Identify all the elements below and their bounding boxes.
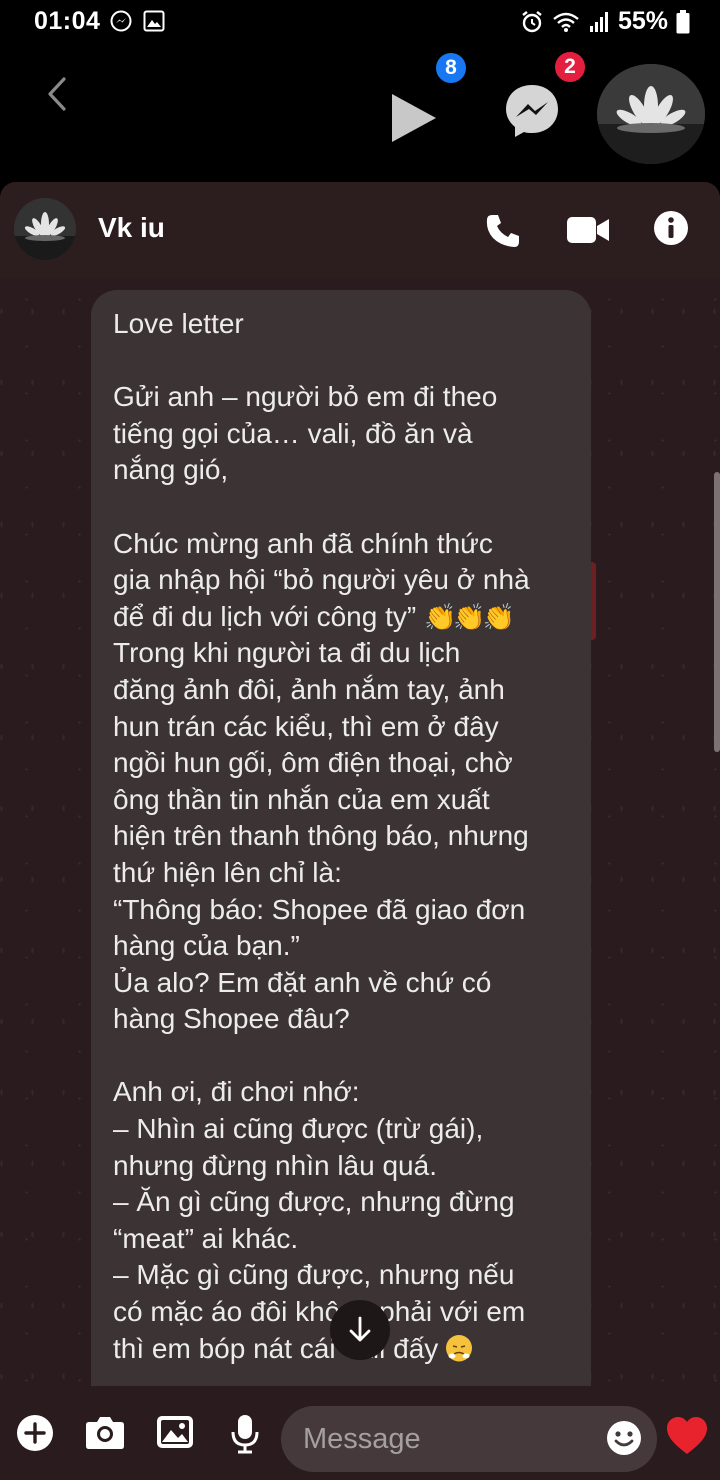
info-icon[interactable] xyxy=(653,210,689,246)
video-icon[interactable] xyxy=(566,212,610,248)
message-title: Love letter xyxy=(113,308,244,339)
scroll-to-bottom-button[interactable] xyxy=(330,1300,390,1360)
chevron-left-icon[interactable] xyxy=(44,76,70,112)
message-paragraph-2-line-2: gia nhập hội “bỏ người yêu ở nhà xyxy=(113,564,530,596)
arrow-down-icon xyxy=(349,1316,371,1342)
play-icon[interactable] xyxy=(384,90,440,146)
message-paragraph-2-rest: Trong khi người ta đi du lịch đăng ảnh đ… xyxy=(113,637,529,1035)
status-right: 55% xyxy=(520,7,690,36)
contact-avatar[interactable] xyxy=(14,198,76,260)
alarm-icon xyxy=(522,10,542,32)
battery-percent: 55% xyxy=(617,7,668,35)
chat-heads-row: 8 2 xyxy=(0,44,720,182)
wifi-icon xyxy=(553,12,579,32)
messenger-notification-icon xyxy=(110,10,132,32)
clap-emoji: 👏👏👏 xyxy=(423,601,515,632)
message-paragraph-2-line-3: để đi du lịch với công ty” 👏👏👏 xyxy=(113,599,569,636)
messenger-badge: 2 xyxy=(553,50,587,84)
chat-header: Vk iu xyxy=(0,182,720,278)
message-last-line-text: thì em bóp nát cái vali đấy xyxy=(113,1332,439,1364)
top-avatar[interactable] xyxy=(597,64,705,164)
lotus-avatar-small-image xyxy=(14,198,76,260)
lotus-avatar-image xyxy=(597,64,705,164)
plus-icon[interactable] xyxy=(16,1414,54,1452)
play-badge: 8 xyxy=(434,51,468,85)
messenger-icon[interactable] xyxy=(503,82,561,140)
message-paragraph-1: Gửi anh – người bỏ em đi theo tiếng gọi … xyxy=(113,381,498,486)
image-icon[interactable] xyxy=(156,1414,194,1450)
message-composer xyxy=(0,1386,720,1480)
message-paragraph-3: Anh ơi, đi chơi nhớ: – Nhìn ai cũng được… xyxy=(113,1076,526,1328)
message-bubble[interactable]: Love letter Gửi anh – người bỏ em đi the… xyxy=(91,290,591,1400)
message-paragraph-2-line-3-text: để đi du lịch với công ty” xyxy=(113,600,417,632)
edge-panel-handle[interactable] xyxy=(714,472,720,752)
status-time: 01:04 xyxy=(34,7,101,35)
phone-icon[interactable] xyxy=(484,212,522,250)
status-bar: 01:04 55% xyxy=(0,0,720,44)
contact-name[interactable]: Vk iu xyxy=(98,212,165,244)
signal-icon xyxy=(589,11,608,32)
message-input[interactable] xyxy=(281,1406,657,1472)
message-paragraph-2-line-1: Chúc mừng anh đã chính thức xyxy=(113,527,493,559)
smiley-icon[interactable] xyxy=(606,1420,642,1456)
steam-face-emoji xyxy=(446,1334,473,1362)
chat-panel: Vk iu Love letter Gửi anh – người bỏ em … xyxy=(0,182,720,1480)
gallery-notification-icon xyxy=(143,10,165,32)
camera-icon[interactable] xyxy=(85,1414,125,1450)
bubble-edge-accent xyxy=(591,562,596,640)
battery-icon xyxy=(676,9,690,33)
mic-icon[interactable] xyxy=(230,1414,260,1454)
heart-icon[interactable] xyxy=(666,1416,708,1456)
